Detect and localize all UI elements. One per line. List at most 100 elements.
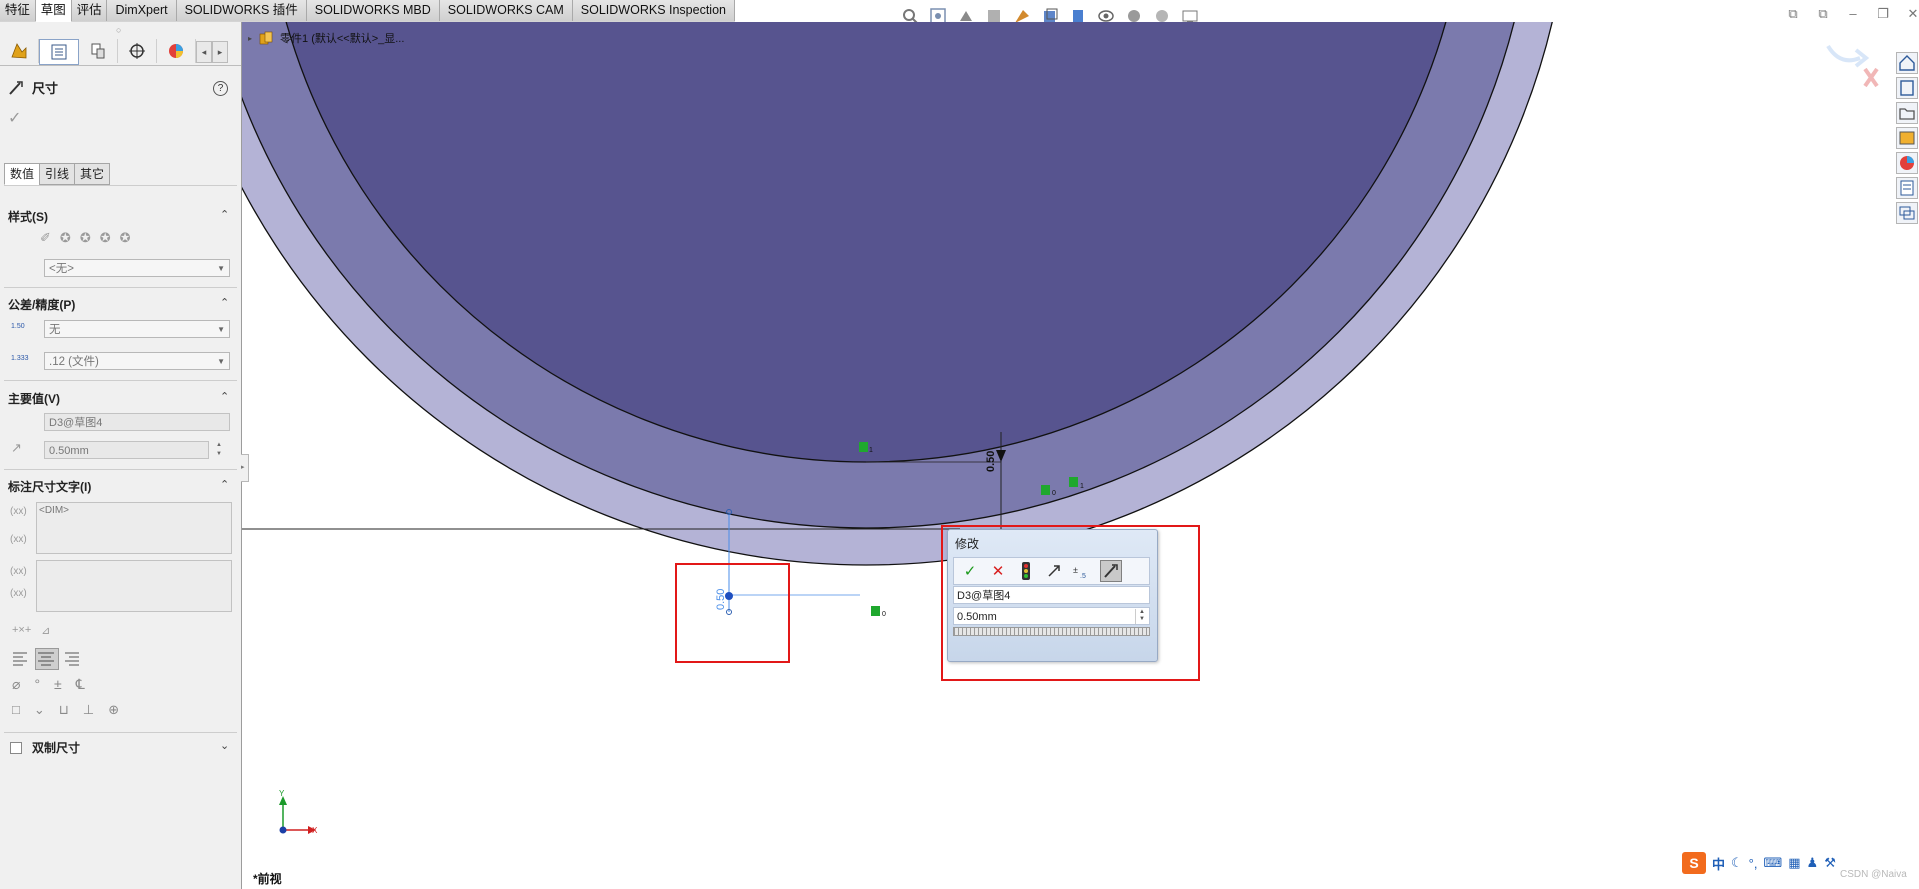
tab-dimxpert[interactable]: DimXpert — [107, 0, 177, 21]
forum-icon[interactable] — [1896, 202, 1918, 224]
insert-text-below-icon[interactable]: (xx) — [10, 534, 27, 545]
home-icon[interactable] — [1896, 52, 1918, 74]
style-section-title[interactable]: 样式(S) — [8, 208, 48, 225]
half-width-moon-icon[interactable]: ☾ — [1731, 855, 1743, 871]
modify-value-field[interactable]: 0.50mm ▲ ▼ — [953, 607, 1150, 625]
design-library-icon[interactable] — [1896, 77, 1918, 99]
relation-marker[interactable] — [859, 442, 868, 452]
save-style-icon[interactable]: ✪ — [100, 230, 111, 246]
punctuation-icon[interactable]: °, — [1749, 856, 1758, 871]
cancel-x-icon[interactable]: ✕ — [988, 561, 1008, 581]
tab-evaluate[interactable]: 评估 — [71, 0, 108, 21]
primary-value-section-title[interactable]: 主要值(V) — [8, 390, 60, 407]
depth-symbol-icon[interactable]: ⊥ — [83, 702, 94, 718]
skin-shirt-icon[interactable]: ♟ — [1807, 855, 1819, 871]
keyboard-icon[interactable]: ⌨ — [1763, 855, 1782, 871]
dimension-name-field[interactable]: D3@草图4 — [44, 413, 230, 431]
restore-tile-right-icon[interactable]: ⧉ — [1815, 6, 1831, 22]
dual-dimension-checkbox[interactable] — [10, 742, 22, 754]
subtab-leaders[interactable]: 引线 — [39, 163, 76, 185]
dimxpert-manager-tab-icon[interactable] — [118, 39, 157, 63]
insert-text-above-2-icon[interactable]: (xx) — [10, 566, 27, 577]
dimension-text-top[interactable]: 0.50 — [985, 451, 997, 472]
subtab-other[interactable]: 其它 — [74, 163, 111, 185]
ime-language[interactable]: 中 — [1712, 854, 1725, 873]
relation-marker[interactable] — [1041, 485, 1050, 495]
panel-scroll-right-icon[interactable]: ▸ — [212, 41, 228, 63]
confirmation-corner[interactable] — [1820, 36, 1880, 94]
tolerance-section-title[interactable]: 公差/精度(P) — [8, 296, 75, 313]
chevron-up-icon[interactable]: ⌃ — [220, 478, 229, 491]
file-explorer-icon[interactable] — [1896, 102, 1918, 124]
tab-features[interactable]: 特征 — [0, 0, 36, 21]
align-center-icon[interactable] — [35, 648, 59, 670]
square-symbol-icon[interactable]: □ — [12, 702, 20, 718]
tab-sw-cam[interactable]: SOLIDWORKS CAM — [439, 0, 573, 21]
settings-wrench-icon[interactable]: ⚒ — [1824, 855, 1836, 871]
modify-dialog[interactable]: 修改 ✓ ✕ ± .5 D3@草图4 0.50mm ▲ ▼ — [947, 529, 1158, 662]
relation-marker[interactable] — [1069, 477, 1078, 487]
help-icon[interactable]: ? — [213, 81, 228, 96]
tab-sw-addins[interactable]: SOLIDWORKS 插件 — [176, 0, 307, 21]
chevron-down-icon[interactable]: ⌄ — [220, 739, 229, 752]
align-right-icon[interactable] — [60, 648, 84, 670]
configuration-manager-tab-icon[interactable] — [79, 39, 118, 63]
load-style-icon[interactable]: ✪ — [120, 230, 131, 246]
tab-sketch[interactable]: 草图 — [35, 0, 72, 22]
modify-name-field[interactable]: D3@草图4 — [953, 586, 1150, 604]
centerline-symbol-icon[interactable]: ℄ — [76, 676, 85, 693]
inspection-dimension-icon[interactable]: ⊿ — [41, 624, 50, 637]
subtab-value[interactable]: 数值 — [4, 163, 41, 185]
display-manager-tab-icon[interactable] — [157, 39, 196, 63]
apply-default-style-icon[interactable]: ✐ — [40, 230, 51, 246]
ok-check-icon[interactable]: ✓ — [8, 108, 21, 128]
dimension-value-field[interactable]: 0.50mm — [44, 441, 209, 459]
relation-marker[interactable] — [871, 606, 880, 616]
tolerance-type-combo[interactable]: 无 ▼ — [44, 320, 230, 338]
appearances-icon[interactable] — [1896, 152, 1918, 174]
tools-grid-icon[interactable]: ▦ — [1788, 855, 1800, 871]
maximize-icon[interactable]: ❐ — [1875, 6, 1891, 22]
chevron-up-icon[interactable]: ⌃ — [220, 296, 229, 309]
custom-properties-icon[interactable] — [1896, 177, 1918, 199]
ime-logo[interactable]: S — [1682, 852, 1706, 874]
feature-manager-tab-icon[interactable] — [0, 39, 39, 63]
reset-spin-increment-icon[interactable]: ± .5 — [1072, 561, 1092, 581]
insert-text-above-icon[interactable]: (xx) — [10, 506, 27, 517]
update-style-icon[interactable]: ✪ — [80, 230, 91, 246]
graphics-area[interactable]: 0.50 0.50 1 0 1 0 Y X — [242, 22, 1919, 889]
style-combo[interactable]: <无> ▼ — [44, 259, 230, 277]
close-icon[interactable]: ✕ — [1905, 6, 1919, 22]
dim-text-section-title[interactable]: 标注尺寸文字(I) — [8, 478, 91, 495]
dim-text-above-area[interactable]: <DIM> — [36, 502, 232, 554]
chevron-up-icon[interactable]: ⌃ — [220, 390, 229, 403]
minimize-icon[interactable]: – — [1845, 6, 1861, 22]
rebuild-traffic-light-icon[interactable] — [1016, 561, 1036, 581]
ok-check-icon[interactable]: ✓ — [960, 561, 980, 581]
value-spinner[interactable]: ▲ ▼ — [212, 441, 226, 459]
dim-text-below-area[interactable] — [36, 560, 232, 612]
diameter-symbol-icon[interactable]: ⌀ — [12, 676, 20, 693]
more-symbols-icon[interactable]: ⊕ — [108, 702, 119, 718]
view-palette-icon[interactable] — [1896, 127, 1918, 149]
panel-splitter-icon[interactable]: ○ — [116, 25, 121, 35]
countersink-symbol-icon[interactable]: ⌄ — [34, 702, 45, 718]
add-parentheses-icon[interactable]: +×+ — [12, 624, 31, 637]
mark-dimension-icon[interactable] — [1100, 560, 1122, 582]
tab-sw-inspection[interactable]: SOLIDWORKS Inspection — [572, 0, 735, 21]
modify-spinner[interactable]: ▲ ▼ — [1135, 609, 1148, 624]
expand-arrow-icon[interactable]: ▸ — [248, 34, 252, 43]
property-manager-tab-icon[interactable] — [39, 39, 79, 65]
insert-text-below-2-icon[interactable]: (xx) — [10, 588, 27, 599]
chevron-up-icon[interactable]: ⌃ — [220, 208, 229, 221]
plus-minus-symbol-icon[interactable]: ± — [54, 676, 62, 693]
panel-scroll-left-icon[interactable]: ◂ — [196, 41, 212, 63]
add-style-icon[interactable]: ✪ — [60, 230, 71, 246]
restore-tile-left-icon[interactable]: ⧉ — [1785, 6, 1801, 22]
feature-tree-flyout[interactable]: ▸ 零件1 (默认<<默认>_显... — [248, 30, 404, 46]
modify-thumbwheel[interactable] — [953, 627, 1150, 636]
counterbore-symbol-icon[interactable]: ⊔ — [59, 702, 69, 718]
align-left-icon[interactable] — [10, 648, 34, 670]
reverse-sense-icon[interactable] — [1044, 561, 1064, 581]
precision-combo[interactable]: .12 (文件) ▼ — [44, 352, 230, 370]
